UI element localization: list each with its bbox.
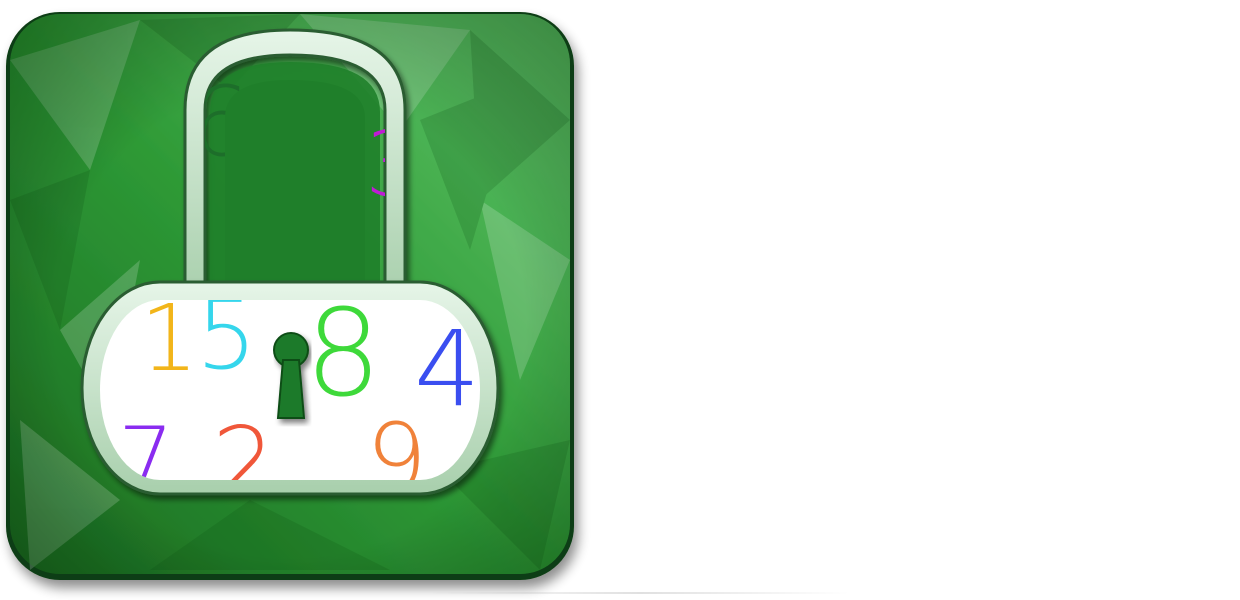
canvas: 6 3 1 5 8 4 7 2 9 xyxy=(0,0,1240,600)
padlock-icon-graphic: 6 3 1 5 8 4 7 2 9 xyxy=(6,12,574,580)
shackle-core xyxy=(225,80,365,295)
floor-reflection-line xyxy=(430,592,850,594)
padlock-app-icon: 6 3 1 5 8 4 7 2 9 xyxy=(0,0,600,600)
